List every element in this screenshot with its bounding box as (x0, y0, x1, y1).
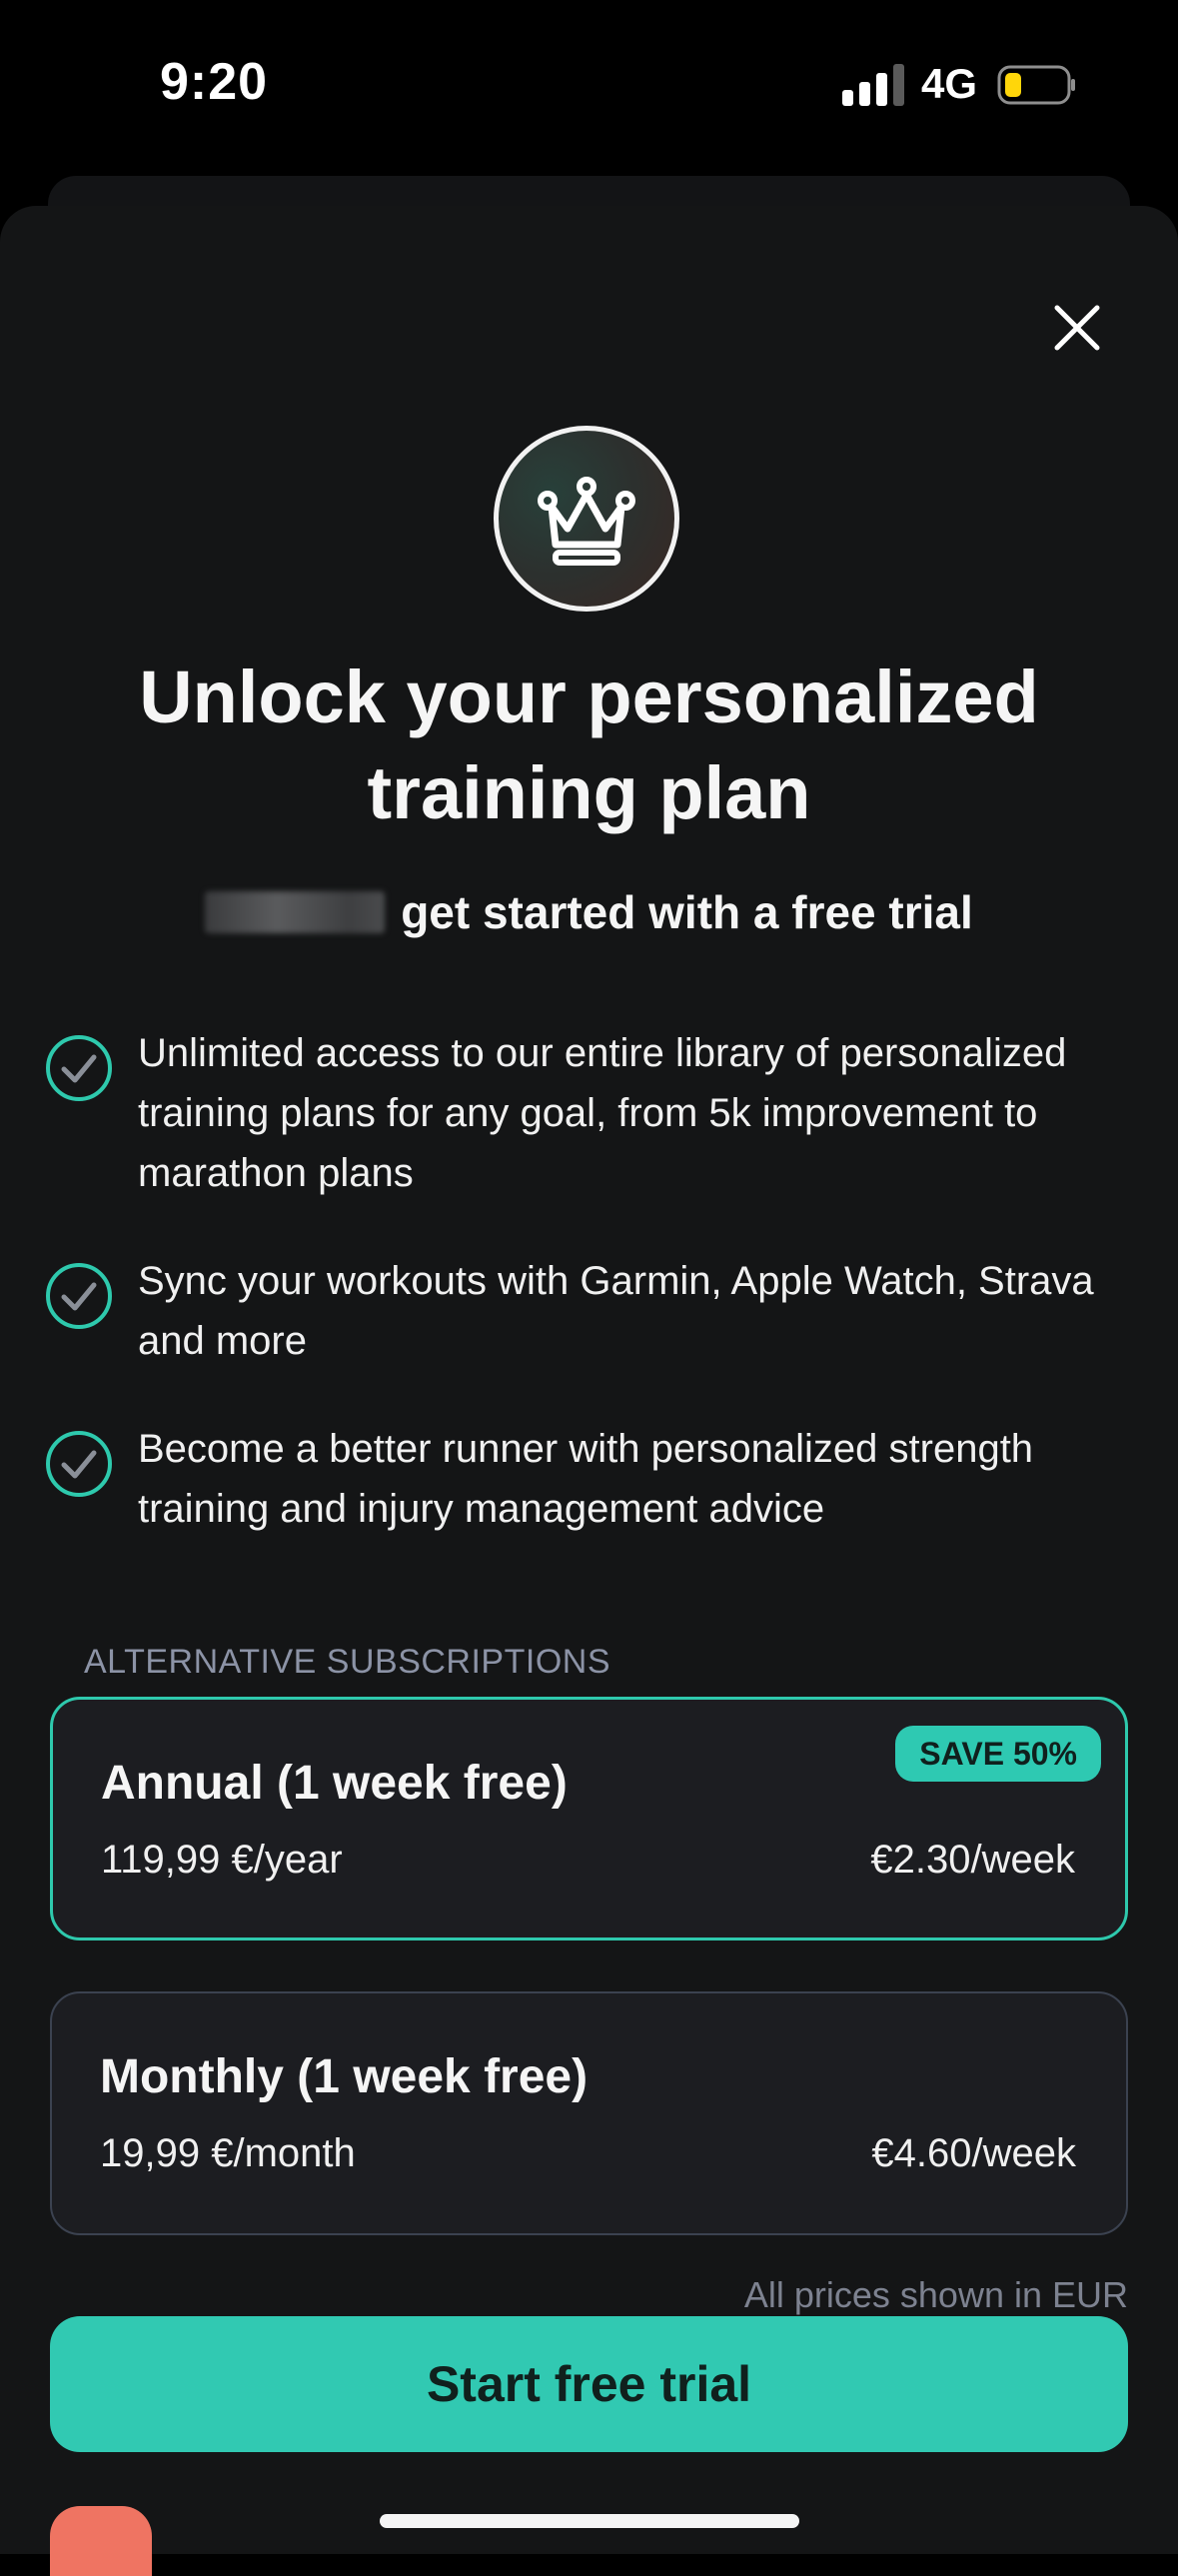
plan-weekly-price: €2.30/week (870, 1838, 1075, 1882)
check-circle-icon (46, 1431, 112, 1497)
plan-name: Monthly (1 week free) (100, 2050, 589, 2103)
subtitle-row: get started with a free trial (0, 885, 1178, 939)
subscriptions-section-label: ALTERNATIVE SUBSCRIPTIONS (84, 1643, 610, 1681)
redacted-user-name (205, 891, 386, 933)
feature-text: Sync your workouts with Garmin, Apple Wa… (138, 1259, 1094, 1363)
crown-icon (538, 477, 635, 566)
plan-name: Annual (1 week free) (101, 1757, 568, 1810)
feature-text: Become a better runner with personalized… (138, 1427, 1034, 1531)
bottom-tab-peek (50, 2506, 152, 2576)
close-icon (1054, 305, 1100, 351)
check-circle-icon (46, 1035, 112, 1101)
status-time: 9:20 (160, 53, 269, 111)
plan-weekly-price: €4.60/week (871, 2131, 1076, 2175)
cellular-signal-icon (842, 64, 904, 106)
plan-option-monthly[interactable]: Monthly (1 week free) 19,99 €/month €4.6… (50, 1991, 1128, 2235)
home-indicator[interactable] (380, 2514, 799, 2528)
plan-price: 119,99 €/year (101, 1838, 343, 1882)
network-type: 4G (921, 60, 978, 107)
subtitle: get started with a free trial (401, 886, 973, 938)
save-badge: SAVE 50% (895, 1726, 1101, 1782)
close-button[interactable] (1039, 290, 1115, 366)
feature-text: Unlimited access to our entire library o… (138, 1031, 1067, 1195)
status-bar: 9:20 4G (0, 0, 1178, 180)
premium-badge (494, 426, 679, 612)
battery-low-icon (997, 65, 1075, 105)
check-circle-icon (46, 1263, 112, 1329)
start-free-trial-button[interactable]: Start free trial (50, 2316, 1128, 2452)
plan-price: 19,99 €/month (100, 2131, 356, 2175)
currency-note: All prices shown in EUR (743, 2274, 1128, 2315)
plan-option-annual[interactable]: SAVE 50% Annual (1 week free) 119,99 €/y… (50, 1697, 1128, 1940)
page-title: Unlock your personalized training plan (139, 655, 1039, 834)
